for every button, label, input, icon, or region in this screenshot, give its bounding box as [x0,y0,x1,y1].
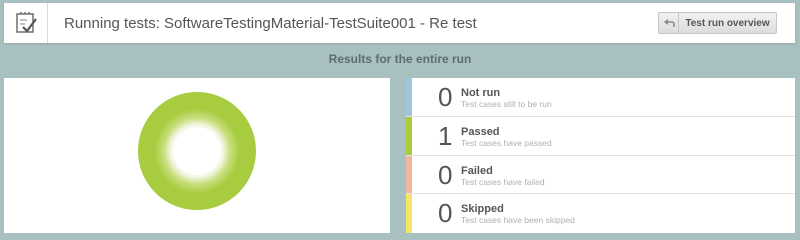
skipped-color-bar [406,194,412,233]
not-run-count: 0 [438,82,453,112]
back-arrow-icon [659,13,679,33]
results-summary-panel: 0 Not run Test cases still to be run 1 P… [406,78,795,233]
not-run-color-bar [406,78,412,116]
section-title: Results for the entire run [328,52,472,66]
failed-description: Test cases have failed [461,176,545,187]
failed-color-bar [406,155,412,194]
page-title: Running tests: SoftwareTestingMaterial-T… [64,14,477,32]
test-run-overview-label: Test run overview [685,17,770,29]
not-run-description: Test cases still to be run [461,99,552,109]
result-row-skipped: 0 Skipped Test cases have been skipped [406,194,795,233]
skipped-label: Skipped [461,203,504,216]
results-donut-chart [137,92,256,210]
passed-description: Test cases have passed [461,137,552,148]
results-chart-panel [4,78,390,233]
failed-label: Failed [461,164,493,177]
not-run-label: Not run [461,87,501,99]
skipped-description: Test cases have been skipped [461,215,575,226]
passed-count: 1 [438,120,453,151]
skipped-count: 0 [438,198,453,229]
result-row-failed: 0 Failed Test cases have failed [406,155,795,195]
failed-count: 0 [438,159,453,190]
result-row-passed: 1 Passed Test cases have passed [406,116,795,156]
test-run-overview-button[interactable]: Test run overview [658,12,777,34]
test-run-icon-box [4,3,48,43]
donut-hole [173,127,221,175]
result-row-not-run: 0 Not run Test cases still to be run [406,78,795,117]
checklist-icon [15,12,37,33]
passed-color-bar [406,116,412,155]
passed-label: Passed [461,125,500,138]
header-bar: Running tests: SoftwareTestingMaterial-T… [4,3,795,43]
